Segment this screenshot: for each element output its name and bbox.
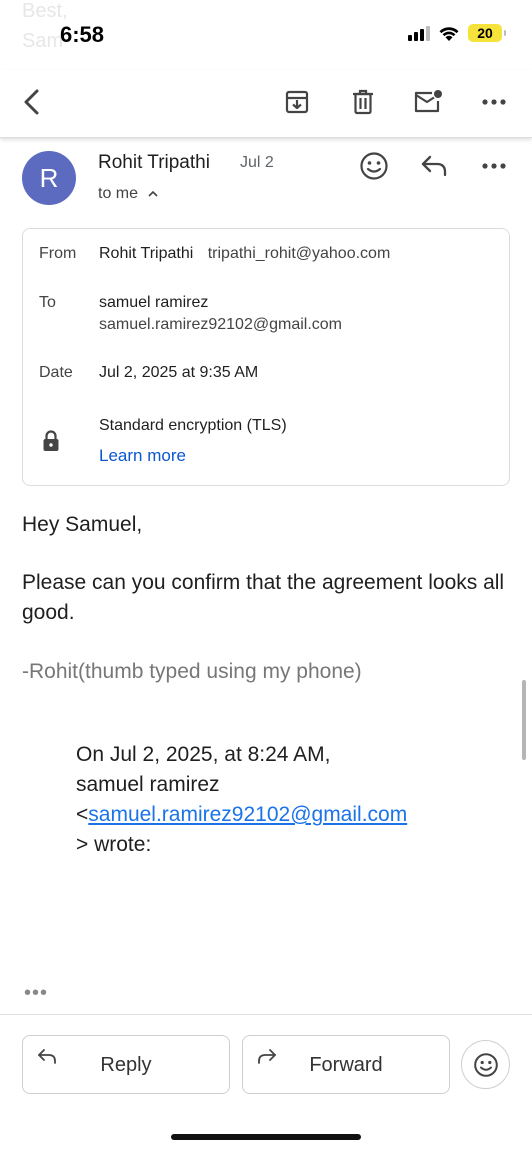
date-value: Jul 2, 2025 at 9:35 AM — [99, 364, 259, 381]
emoji-reaction-icon[interactable] — [354, 146, 394, 186]
footer-divider — [0, 1014, 532, 1015]
greeting: Hey Samuel, — [22, 513, 143, 536]
forward-label: Forward — [309, 1054, 383, 1076]
avatar[interactable]: R — [22, 151, 76, 205]
top-toolbar — [0, 70, 532, 138]
to-label: To — [39, 294, 56, 311]
from-name: Rohit Tripathi — [99, 245, 194, 262]
to-email[interactable]: samuel.ramirez92102@gmail.com — [99, 316, 342, 334]
quote-line-2: samuel ramirez — [76, 773, 220, 796]
status-time: 6:58 — [60, 22, 105, 47]
quote-line-1: On Jul 2, 2025, at 8:24 AM, — [76, 743, 331, 766]
wifi-icon — [439, 26, 459, 41]
quoted-header: On Jul 2, 2025, at 8:24 AM, samuel ramir… — [76, 740, 407, 860]
quoted-email-link[interactable]: samuel.ramirez92102@gmail.com — [88, 803, 407, 826]
reply-icon[interactable] — [414, 146, 454, 186]
learn-more-link[interactable]: Learn more — [99, 446, 186, 466]
mark-unread-icon[interactable] — [410, 84, 446, 120]
date-label: Date — [39, 364, 73, 381]
signature: -Rohit(thumb typed using my phone) — [22, 660, 362, 683]
reply-button[interactable]: Reply — [22, 1035, 230, 1094]
lock-icon — [43, 430, 59, 451]
body-text: Please can you confirm that the agreemen… — [22, 571, 505, 624]
quote-line-4: > wrote: — [76, 833, 152, 856]
message-date: Jul 2 — [240, 154, 274, 171]
recipients-toggle[interactable]: to me — [98, 185, 159, 203]
sender-name: Rohit Tripathi — [98, 152, 210, 173]
from-email[interactable]: tripathi_rohit@yahoo.com — [208, 245, 391, 262]
recipients-label: to me — [98, 185, 139, 202]
from-value: Rohit Tripathi tripathi_rohit@yahoo.com — [99, 245, 390, 263]
forward-button[interactable]: Forward — [242, 1035, 450, 1094]
status-icons: 20 — [408, 24, 506, 42]
back-arrow-icon[interactable] — [14, 84, 50, 120]
archive-icon[interactable] — [279, 84, 315, 120]
chevron-up-icon — [148, 190, 159, 197]
reply-label: Reply — [100, 1054, 152, 1076]
home-indicator[interactable] — [171, 1134, 361, 1140]
trash-icon[interactable] — [345, 84, 381, 120]
encryption-text: Standard encryption (TLS) — [99, 417, 287, 434]
emoji-icon — [473, 1052, 498, 1077]
more-horizontal-icon[interactable] — [476, 84, 512, 120]
cellular-signal-icon — [408, 25, 430, 41]
background-text: Best, Sam — [22, 0, 68, 52]
scrollbar[interactable] — [522, 680, 526, 760]
quote-line-3: <samuel.ramirez92102@gmail.com — [76, 803, 408, 826]
battery-icon: 20 — [468, 24, 506, 42]
message-details-card: From Rohit Tripathi tripathi_rohit@yahoo… — [22, 228, 510, 486]
show-trimmed-content[interactable]: ••• — [24, 982, 48, 1005]
emoji-reaction-button[interactable] — [461, 1040, 510, 1089]
message-more-icon[interactable] — [474, 146, 514, 186]
from-label: From — [39, 245, 77, 262]
to-name: samuel ramirez — [99, 294, 209, 311]
